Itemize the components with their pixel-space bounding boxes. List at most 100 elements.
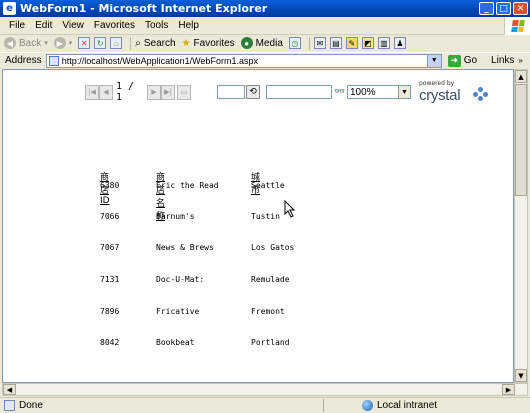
report-search-input[interactable] [266,85,332,99]
store-id-cell: 7066 [100,212,120,221]
city-cell: Portland [251,338,290,347]
stop-icon[interactable]: ✕ [78,37,91,49]
scroll-down-icon[interactable]: ▼ [515,369,527,382]
print-icon[interactable]: ▤ [329,37,342,49]
prev-page-icon[interactable]: ◀ [99,84,113,100]
toolbar-divider [130,36,132,50]
links-label: Links [491,55,515,66]
refresh-icon[interactable]: ↻ [94,37,107,49]
first-page-icon[interactable]: |◀ [85,84,99,100]
research-icon[interactable]: ▥ [377,37,390,49]
back-arrow-icon: ◀ [4,37,16,49]
city-cell: Seattle [251,181,285,190]
maximize-button[interactable]: □ [496,2,511,15]
zone-label: Local intranet [377,400,438,411]
back-label: Back [19,37,42,49]
zoom-value: 100% [350,86,376,98]
store-id-cell: 8042 [100,338,120,347]
store-name-cell: Doc-U-Mat: [156,275,205,284]
search-icon: ⌕ [135,37,141,49]
city-cell: Fremont [251,307,285,316]
vertical-scrollbar[interactable]: ▲ ▼ [514,69,528,383]
status-bar: Done Local intranet [0,397,530,413]
page-content: |◀ ◀ 1 / 1 ▶ ▶| ▭ ⟲ 👓 100% ▼ powered by … [2,69,514,383]
history-icon[interactable]: ◷ [288,37,301,49]
windows-logo-icon [504,17,530,35]
store-id-cell: 7896 [100,307,120,316]
address-label: Address [5,55,42,66]
minimize-button[interactable]: _ [479,2,494,15]
chevron-right-icon: » [518,56,523,65]
menu-tools[interactable]: Tools [140,20,173,31]
horizontal-scrollbar[interactable]: ◀ ▶ [2,383,528,396]
discuss-icon[interactable]: ◩ [361,37,374,49]
media-label: Media [255,37,283,49]
crystal-logo: powered by crystal [417,80,491,104]
binoculars-icon[interactable]: 👓 [333,85,347,99]
page-icon [48,55,59,66]
search-button[interactable]: ⌕ Search [135,38,175,49]
page-indicator: 1 / 1 [116,81,135,103]
star-icon: ★ [181,37,191,49]
ie-icon: e [3,2,16,15]
store-name-cell: Fricative [156,307,200,316]
store-name-cell: Eric the Read [156,181,219,190]
store-name-cell: Bookbeat [156,338,195,347]
store-id-cell: 7131 [100,275,120,284]
search-label: Search [143,37,176,49]
status-text: Done [19,400,43,411]
scroll-left-icon[interactable]: ◀ [3,384,16,395]
export-icon[interactable]: ▭ [177,84,191,100]
report-viewer-toolbar: |◀ ◀ 1 / 1 ▶ ▶| ▭ ⟲ 👓 100% ▼ powered by … [85,80,491,104]
menu-view[interactable]: View [57,20,89,31]
messenger-icon[interactable]: ♟ [393,37,406,49]
menu-help[interactable]: Help [173,20,204,31]
favorites-button[interactable]: ★ Favorites [182,38,235,49]
last-page-icon[interactable]: ▶| [161,84,175,100]
goto-page-input[interactable] [217,85,245,99]
next-page-icon[interactable]: ▶ [147,84,161,100]
edit-icon[interactable]: ✎ [345,37,358,49]
crystal-brand-text: crystal [419,87,461,104]
store-id-cell: 6380 [100,181,120,190]
chevron-down-icon: ▼ [398,86,410,98]
city-cell: Los Gatos [251,243,295,252]
close-button[interactable]: ✕ [513,2,528,15]
back-button[interactable]: ◀ Back ▾ [4,37,48,49]
media-icon: ● [240,37,253,49]
crystal-dots-icon [473,87,489,101]
favorites-label: Favorites [193,37,235,49]
scroll-thumb[interactable] [515,84,527,196]
scroll-right-icon[interactable]: ▶ [502,384,515,395]
toolbar-divider [308,36,310,50]
city-cell: Tustin [251,212,280,221]
links-button[interactable]: Links » [491,55,523,66]
globe-icon [362,400,373,411]
address-bar: Address http://localhost/WebApplication1… [0,52,530,68]
mouse-cursor-icon [284,200,296,218]
mail-icon[interactable]: ✉ [313,37,326,49]
menu-favorites[interactable]: Favorites [89,20,140,31]
home-icon[interactable]: ⌂ [110,37,123,49]
store-id-cell: 7067 [100,243,120,252]
powered-by-text: powered by [419,80,455,87]
security-zone: Local intranet [362,400,437,411]
address-url: http://localhost/WebApplication1/WebForm… [61,55,258,66]
forward-arrow-icon: ▶ [53,37,66,49]
status-divider [323,399,324,412]
go-label: Go [463,55,478,66]
media-button[interactable]: ● Media [240,37,283,49]
scroll-up-icon[interactable]: ▲ [515,70,527,83]
store-name-cell: News & Brews [156,243,214,252]
store-name-cell: Barnum's [156,212,195,221]
go-button[interactable]: ➜ Go [447,54,478,67]
go-arrow-icon: ➜ [447,54,461,67]
forward-button[interactable]: ▶ ▾ [53,37,72,49]
address-input[interactable]: http://localhost/WebApplication1/WebForm… [45,53,442,68]
menu-edit[interactable]: Edit [30,20,57,31]
goto-page-icon[interactable]: ⟲ [246,85,260,99]
menu-bar: File Edit View Favorites Tools Help [0,17,530,35]
address-dropdown-icon[interactable]: ▼ [426,54,441,67]
menu-file[interactable]: File [4,20,30,31]
zoom-select[interactable]: 100% ▼ [347,85,411,99]
